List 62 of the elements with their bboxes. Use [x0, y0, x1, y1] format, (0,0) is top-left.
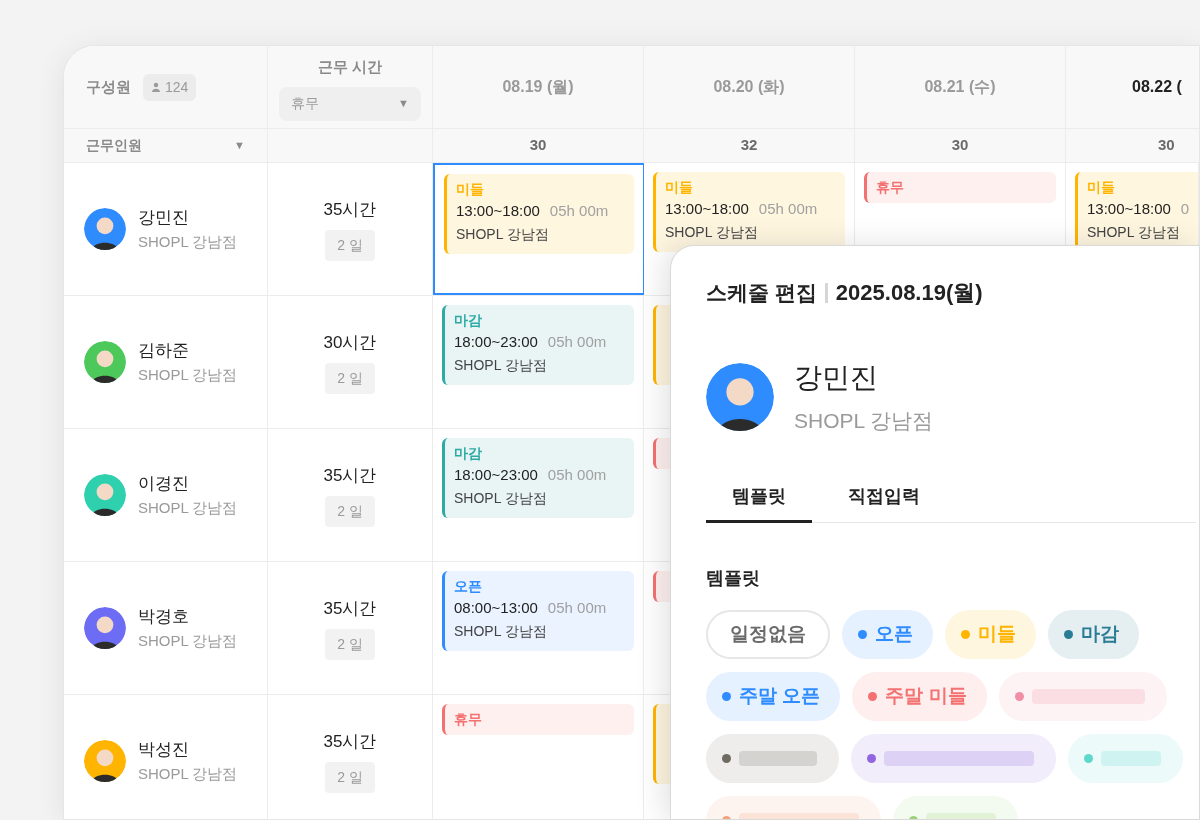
work-hours: 35시간	[323, 464, 377, 487]
days-badge: 2 일	[325, 363, 375, 395]
days-badge: 2 일	[325, 496, 375, 528]
shift-label: 마감	[454, 444, 483, 463]
staff-count: 30	[951, 135, 969, 156]
member-name: 박경호	[138, 606, 190, 628]
days-badge: 2 일	[325, 629, 375, 661]
shift-place: SHOPL 강남점	[1087, 223, 1181, 242]
branch-name: SHOPL 강남점	[138, 763, 238, 784]
shift-time: 18:00~23:00	[454, 332, 538, 352]
staff-count: 32	[740, 135, 758, 156]
shift-time: 13:00~18:00	[1087, 199, 1171, 219]
shift-place: SHOPL 강남점	[454, 622, 548, 641]
date-heading: 08.19 (월)	[502, 77, 574, 97]
shift-label: 미들	[456, 180, 485, 199]
staff-count: 30	[529, 135, 547, 156]
branch-name: SHOPL 강남점	[138, 497, 238, 518]
work-hours: 35시간	[323, 198, 377, 221]
section-title: 템플릿	[706, 566, 761, 590]
caret-icon: ▼	[234, 137, 245, 154]
date-heading: 08.21 (수)	[924, 77, 996, 97]
branch-name: SHOPL 강남점	[138, 630, 238, 651]
member-name: 김하준	[138, 340, 190, 362]
shift-label: 미들	[665, 178, 694, 197]
shift-time: 13:00~18:00	[665, 199, 749, 219]
branch-name: SHOPL 강남점	[794, 408, 934, 434]
shift-place: SHOPL 강남점	[454, 356, 548, 375]
member-name: 강민진	[138, 207, 190, 229]
date-heading: 08.22 (	[1132, 77, 1182, 97]
shift-duration: 0	[1180, 199, 1190, 219]
shift-duration: 05h 00m	[547, 598, 607, 618]
shift-place: SHOPL 강남점	[456, 225, 550, 244]
days-badge: 2 일	[325, 230, 375, 262]
caret-icon: ▼	[398, 95, 409, 112]
shift-duration: 05h 00m	[549, 201, 609, 221]
shift-label: 휴무	[876, 178, 905, 197]
column-title: 근무 시간	[317, 57, 383, 77]
shift-label: 오픈	[454, 577, 483, 596]
shift-duration: 05h 00m	[547, 332, 607, 352]
shift-label: 미들	[1087, 178, 1116, 197]
member-name: 이경진	[138, 473, 190, 495]
member-count-badge: 124	[143, 73, 197, 101]
shift-place: SHOPL 강남점	[454, 489, 548, 508]
work-hours: 30시간	[323, 331, 377, 354]
shift-time: 18:00~23:00	[454, 465, 538, 485]
column-title: 구성원	[86, 76, 131, 97]
work-hours: 35시간	[323, 597, 377, 620]
shift-duration: 05h 00m	[547, 465, 607, 485]
shift-duration: 05h 00m	[758, 199, 818, 219]
branch-name: SHOPL 강남점	[138, 364, 238, 385]
work-hours: 35시간	[323, 730, 377, 753]
shift-time: 13:00~18:00	[456, 201, 540, 221]
shift-place: SHOPL 강남점	[665, 223, 759, 242]
staff-count: 30	[1158, 135, 1175, 156]
shift-time: 08:00~13:00	[454, 598, 538, 618]
date-heading: 08.20 (화)	[713, 77, 785, 97]
shift-label: 휴무	[454, 710, 483, 729]
branch-name: SHOPL 강남점	[138, 231, 238, 252]
days-badge: 2 일	[325, 762, 375, 794]
shift-label: 마감	[454, 311, 483, 330]
member-name: 강민진	[794, 361, 879, 395]
member-name: 박성진	[138, 739, 190, 761]
